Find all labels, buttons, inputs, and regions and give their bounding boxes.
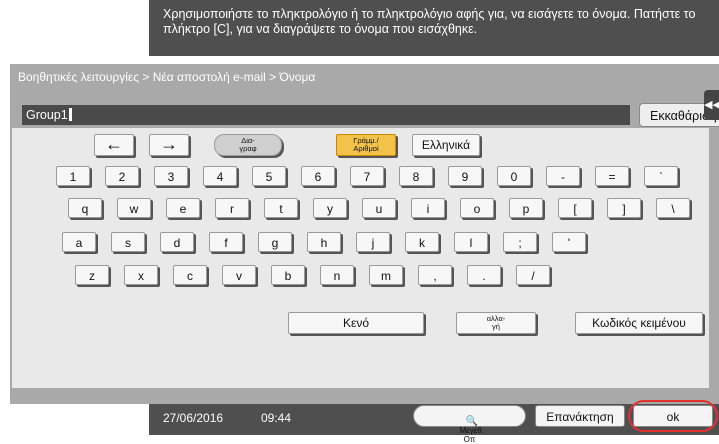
space-key[interactable]: Κενό xyxy=(288,312,424,334)
key-row4-6[interactable]: m xyxy=(369,265,403,285)
enlarge-display-label: Μεγέθ. Οπ xyxy=(459,426,484,444)
name-input-value: Group1 xyxy=(26,108,68,122)
double-chevron-left-icon: ◀◀ xyxy=(704,99,719,111)
key-row2-5[interactable]: y xyxy=(313,198,347,218)
text-code-button[interactable]: Κωδικός κειμένου xyxy=(575,312,703,334)
repeat-button[interactable]: Επανάκτηση xyxy=(535,405,625,427)
key-row3-4[interactable]: g xyxy=(258,232,292,252)
greek-mode-button[interactable]: Ελληνικά xyxy=(412,134,480,156)
key-row2-0[interactable]: q xyxy=(68,198,102,218)
key-row1-4[interactable]: 5 xyxy=(252,166,286,186)
name-input[interactable]: Group1 xyxy=(22,105,630,125)
key-row4-9[interactable]: / xyxy=(516,265,550,285)
collapse-panel-tab[interactable]: ◀◀ xyxy=(704,90,719,120)
enlarge-display-button[interactable]: 🔍 Μεγέθ. Οπ xyxy=(413,405,526,444)
key-row3-1[interactable]: s xyxy=(111,232,145,252)
breadcrumb: Βοηθητικές λειτουργίες > Νέα αποστολή e-… xyxy=(18,70,316,84)
key-row3-5[interactable]: h xyxy=(307,232,341,252)
arrow-right-icon: → xyxy=(160,134,178,154)
key-row2-10[interactable]: [ xyxy=(558,198,592,218)
key-row1-9[interactable]: 0 xyxy=(497,166,531,186)
key-row1-2[interactable]: 3 xyxy=(154,166,188,186)
key-row3-2[interactable]: d xyxy=(160,232,194,252)
key-row1-11[interactable]: = xyxy=(595,166,629,186)
key-row1-7[interactable]: 8 xyxy=(399,166,433,186)
key-row2-3[interactable]: r xyxy=(215,198,249,218)
arrow-left-icon: ← xyxy=(105,134,123,154)
key-row2-2[interactable]: e xyxy=(166,198,200,218)
delete-key[interactable]: Δια- γραφ xyxy=(214,134,282,156)
key-row4-5[interactable]: n xyxy=(320,265,354,285)
key-row1-0[interactable]: 1 xyxy=(56,166,90,186)
key-row1-8[interactable]: 9 xyxy=(448,166,482,186)
key-row3-0[interactable]: a xyxy=(62,232,96,252)
key-row4-7[interactable]: , xyxy=(418,265,452,285)
key-row2-9[interactable]: p xyxy=(509,198,543,218)
key-row2-4[interactable]: t xyxy=(264,198,298,218)
key-row2-1[interactable]: w xyxy=(117,198,151,218)
key-row4-8[interactable]: . xyxy=(467,265,501,285)
instruction-message: Χρησιμοποιήστε το πληκτρολόγιο ή το πληκ… xyxy=(163,7,696,36)
key-row3-3[interactable]: f xyxy=(209,232,243,252)
key-row2-8[interactable]: o xyxy=(460,198,494,218)
key-row3-9[interactable]: ; xyxy=(503,232,537,252)
key-row1-10[interactable]: - xyxy=(546,166,580,186)
key-row3-10[interactable]: ' xyxy=(552,232,586,252)
key-row2-12[interactable]: \ xyxy=(656,198,690,218)
time-display: 09:44 xyxy=(261,411,292,425)
key-row1-5[interactable]: 6 xyxy=(301,166,335,186)
key-row2-6[interactable]: u xyxy=(362,198,396,218)
key-row1-12[interactable]: ` xyxy=(644,166,678,186)
letters-numbers-mode-button[interactable]: Γράμμ./ Αριθμοί xyxy=(336,134,396,156)
key-row3-7[interactable]: k xyxy=(405,232,439,252)
key-row1-3[interactable]: 4 xyxy=(203,166,237,186)
cursor-right-key[interactable]: → xyxy=(149,134,189,156)
ok-highlight-ring xyxy=(628,400,718,432)
key-row2-7[interactable]: i xyxy=(411,198,445,218)
key-row1-6[interactable]: 7 xyxy=(350,166,384,186)
date-display: 27/06/2016 xyxy=(163,411,224,425)
key-row4-2[interactable]: c xyxy=(173,265,207,285)
key-row4-3[interactable]: v xyxy=(222,265,256,285)
key-row4-4[interactable]: b xyxy=(271,265,305,285)
key-row4-0[interactable]: z xyxy=(75,265,109,285)
cursor-left-key[interactable]: ← xyxy=(94,134,134,156)
shift-key[interactable]: αλλα- γή xyxy=(456,312,536,334)
key-row3-6[interactable]: j xyxy=(356,232,390,252)
key-row4-1[interactable]: x xyxy=(124,265,158,285)
key-row2-11[interactable]: ] xyxy=(607,198,641,218)
keyboard-panel: ← → Δια- γραφ Γράμμ./ Αριθμοί Ελληνικά 1… xyxy=(12,128,709,388)
key-row3-8[interactable]: l xyxy=(454,232,488,252)
key-row1-1[interactable]: 2 xyxy=(105,166,139,186)
text-caret xyxy=(68,108,72,121)
